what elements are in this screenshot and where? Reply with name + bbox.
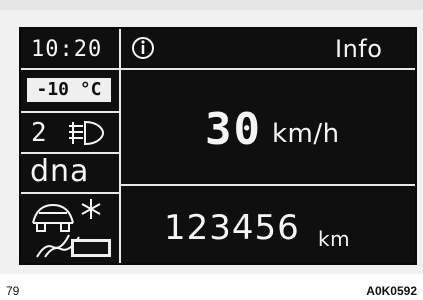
- left-column-divider: [119, 29, 121, 263]
- odometer-unit: km: [318, 227, 351, 251]
- figure-footer: [0, 274, 423, 300]
- left-divider-2: [21, 111, 119, 113]
- info-icon: [131, 36, 155, 60]
- speed-value: 30: [205, 104, 262, 155]
- odometer-value: 123456: [164, 208, 300, 248]
- figure-number: 79: [6, 284, 20, 298]
- clock-time: 10:20: [31, 37, 103, 62]
- top-row-divider: [121, 68, 415, 70]
- instrument-display: 10:20 -10 °C 2 dna Info 30 km/h 123456 k…: [19, 27, 417, 265]
- headlight-levelling-icon: [51, 116, 111, 150]
- snowflake-icon: [81, 199, 101, 219]
- info-label: Info: [335, 35, 383, 63]
- top-strip: [0, 0, 423, 10]
- left-divider-1: [21, 68, 119, 70]
- warning-icons: [27, 195, 115, 259]
- speed-unit: km/h: [272, 119, 340, 149]
- car-ice-icon: [32, 203, 74, 232]
- figure-code: A0K0592: [366, 284, 417, 298]
- drive-mode: dna: [30, 154, 90, 189]
- headlight-level-value: 2: [31, 118, 48, 148]
- left-divider-4: [21, 192, 119, 194]
- outside-temperature: -10 °C: [27, 78, 111, 102]
- bottom-row-divider: [121, 184, 415, 186]
